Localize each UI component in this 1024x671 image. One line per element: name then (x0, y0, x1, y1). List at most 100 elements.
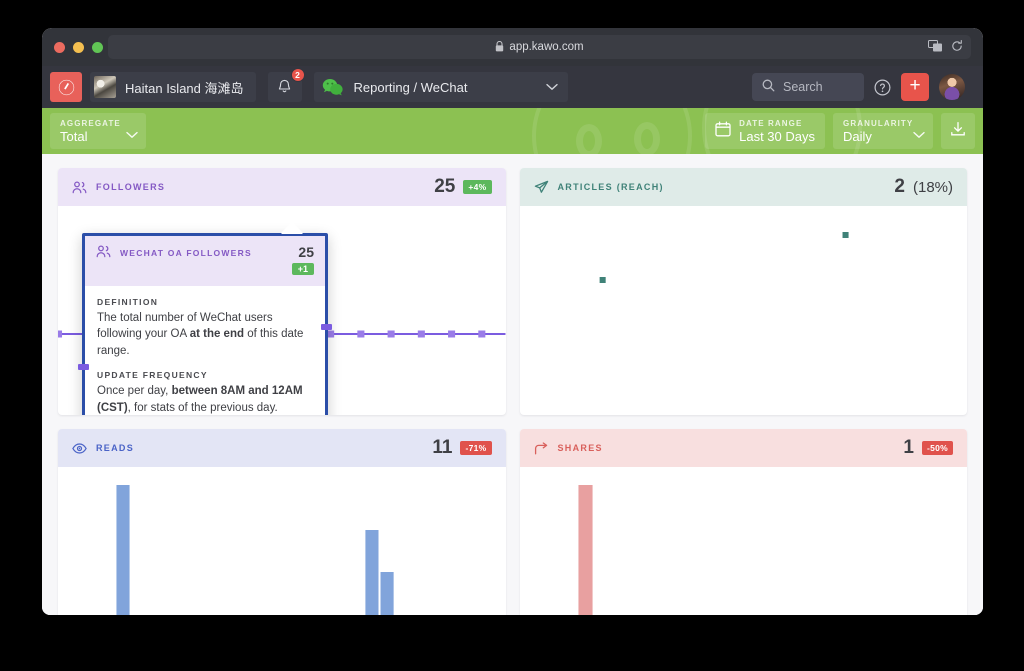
tooltip-frequency-label: UPDATE FREQUENCY (97, 370, 208, 381)
reads-chart[interactable] (58, 467, 506, 615)
tooltip-frequency-text: Once per day, between 8AM and 12AM (CST)… (97, 383, 313, 415)
frequency-part-1: Once per day, (97, 385, 172, 398)
tooltip-title: WECHAT OA FOLLOWERS (120, 248, 252, 258)
browser-window: app.kawo.com Haitan Island 海滩岛 2 Reporti… (42, 28, 983, 615)
add-button[interactable]: + (901, 73, 929, 101)
definition-bold: at the end (189, 328, 244, 341)
card-shares-change: -50% (921, 441, 953, 455)
card-articles-secondary: (18%) (912, 178, 953, 196)
watermark-eye-2 (634, 122, 660, 154)
card-followers-change: +4% (463, 180, 492, 194)
search-icon (762, 79, 775, 95)
card-reads-header[interactable]: READS 11 -71% (58, 429, 506, 467)
granularity-selector[interactable]: GRANULARITY Daily (833, 113, 933, 149)
tooltip-change: +1 (291, 263, 314, 275)
address-bar-url: app.kawo.com (509, 41, 584, 53)
chevron-down-icon (545, 78, 558, 96)
card-followers-header[interactable]: FOLLOWERS 25 +4% (58, 168, 506, 206)
card-articles-title: ARTICLES (REACH) (557, 182, 664, 192)
date-range-label: DATE RANGE (739, 118, 803, 128)
shares-bar-svg (577, 485, 593, 615)
card-reads-metric: 11 -71% (432, 437, 492, 459)
card-reads-value: 11 (432, 437, 453, 458)
search-placeholder-text: Search (783, 80, 823, 94)
card-shares-header[interactable]: SHARES 1 -50% (519, 429, 967, 467)
report-selector-label: Reporting / WeChat (353, 79, 468, 95)
notifications-button[interactable]: 2 (267, 68, 305, 102)
address-bar-actions (928, 35, 963, 59)
app-top-navigation: Haitan Island 海滩岛 2 Reporting / WeChat S… (42, 66, 983, 108)
metric-definition-tooltip: WECHAT OA FOLLOWERS 25 +1 DEFINITION The… (78, 223, 332, 415)
report-selector[interactable]: Reporting / WeChat (313, 72, 568, 102)
lock-icon (495, 40, 504, 54)
articles-scatter-svg (599, 232, 849, 283)
card-shares-title: SHARES (557, 443, 603, 453)
aggregate-label: AGGREGATE (60, 118, 121, 128)
followers-people-icon (96, 245, 111, 258)
tooltip-right-marker (321, 324, 332, 330)
aggregate-selector[interactable]: AGGREGATE Total (50, 113, 146, 149)
close-window-button[interactable] (54, 41, 65, 53)
tooltip-definition-text: The total number of WeChat users followi… (97, 310, 313, 359)
card-followers-value: 25 (434, 176, 456, 197)
tooltip-definition-label: DEFINITION (97, 297, 159, 307)
tab-overview-icon[interactable] (928, 39, 943, 55)
followers-chart[interactable]: WECHAT OA FOLLOWERS 25 +1 DEFINITION The… (58, 206, 506, 415)
card-reads: READS 11 -71% (58, 429, 506, 615)
toolbar-right-controls: DATE RANGE Last 30 Days GRANULARITY Dail… (705, 113, 975, 149)
tooltip-header: WECHAT OA FOLLOWERS 25 +1 (85, 236, 325, 286)
send-paper-plane-icon (534, 180, 549, 195)
card-articles-metric: 2 (18%) (894, 176, 953, 198)
card-shares-value: 1 (903, 437, 914, 458)
card-articles-reach: ARTICLES (REACH) 2 (18%) (519, 168, 968, 415)
top-nav-actions: Search + (752, 73, 975, 101)
card-articles-header[interactable]: ARTICLES (REACH) 2 (18%) (519, 168, 967, 206)
window-traffic-lights (54, 41, 103, 53)
dashboard-grid: FOLLOWERS 25 +4% WECHAT OA FOLLOWERS 25 … (42, 154, 983, 615)
watermark-decoration (532, 108, 692, 154)
granularity-label: GRANULARITY (843, 118, 914, 128)
date-range-selector[interactable]: DATE RANGE Last 30 Days (705, 113, 825, 149)
card-shares-metric: 1 -50% (903, 437, 953, 459)
tooltip-metric: 25 +1 (291, 244, 314, 277)
search-input[interactable]: Search (752, 73, 864, 101)
chevron-down-icon (126, 126, 138, 144)
card-followers: FOLLOWERS 25 +4% WECHAT OA FOLLOWERS 25 … (58, 168, 506, 415)
tooltip-spacer (97, 359, 313, 370)
bell-icon (278, 79, 291, 93)
address-bar[interactable]: app.kawo.com (108, 35, 971, 59)
tooltip-left-marker (78, 364, 89, 370)
maximize-window-button[interactable] (92, 41, 103, 53)
followers-people-icon (72, 180, 87, 194)
watermark-eye-1 (576, 124, 602, 154)
tooltip-caret (281, 223, 303, 234)
download-button[interactable] (941, 113, 975, 149)
tooltip-body: DEFINITION The total number of WeChat us… (85, 286, 325, 415)
org-avatar (94, 76, 116, 98)
card-followers-title: FOLLOWERS (96, 182, 166, 192)
date-range-value: Last 30 Days (739, 128, 815, 144)
tooltip-value: 25 (298, 244, 314, 260)
card-articles-value: 2 (894, 176, 905, 197)
share-arrow-icon (534, 441, 549, 455)
articles-reach-chart[interactable] (520, 206, 968, 415)
minimize-window-button[interactable] (73, 41, 84, 53)
reload-icon[interactable] (951, 39, 963, 55)
browser-chrome: app.kawo.com (42, 28, 983, 66)
card-followers-metric: 25 +4% (434, 176, 492, 198)
reads-bar-svg (116, 485, 394, 615)
user-avatar[interactable] (939, 74, 965, 100)
wechat-icon (322, 76, 344, 98)
aggregate-value: Total (60, 128, 88, 144)
notifications-badge: 2 (290, 68, 305, 82)
kawo-logo-icon[interactable] (50, 72, 82, 102)
help-circle-icon[interactable] (874, 78, 891, 96)
download-icon (950, 121, 966, 142)
report-toolbar: AGGREGATE Total DATE RANGE Last 30 Days … (42, 108, 983, 154)
eye-icon (72, 442, 87, 455)
organization-selector[interactable]: Haitan Island 海滩岛 (90, 72, 256, 102)
frequency-part-2: , for stats of the previous day. (127, 401, 278, 414)
card-shares: SHARES 1 -50% (519, 429, 968, 615)
shares-chart[interactable] (520, 467, 968, 615)
card-reads-title: READS (96, 443, 135, 453)
